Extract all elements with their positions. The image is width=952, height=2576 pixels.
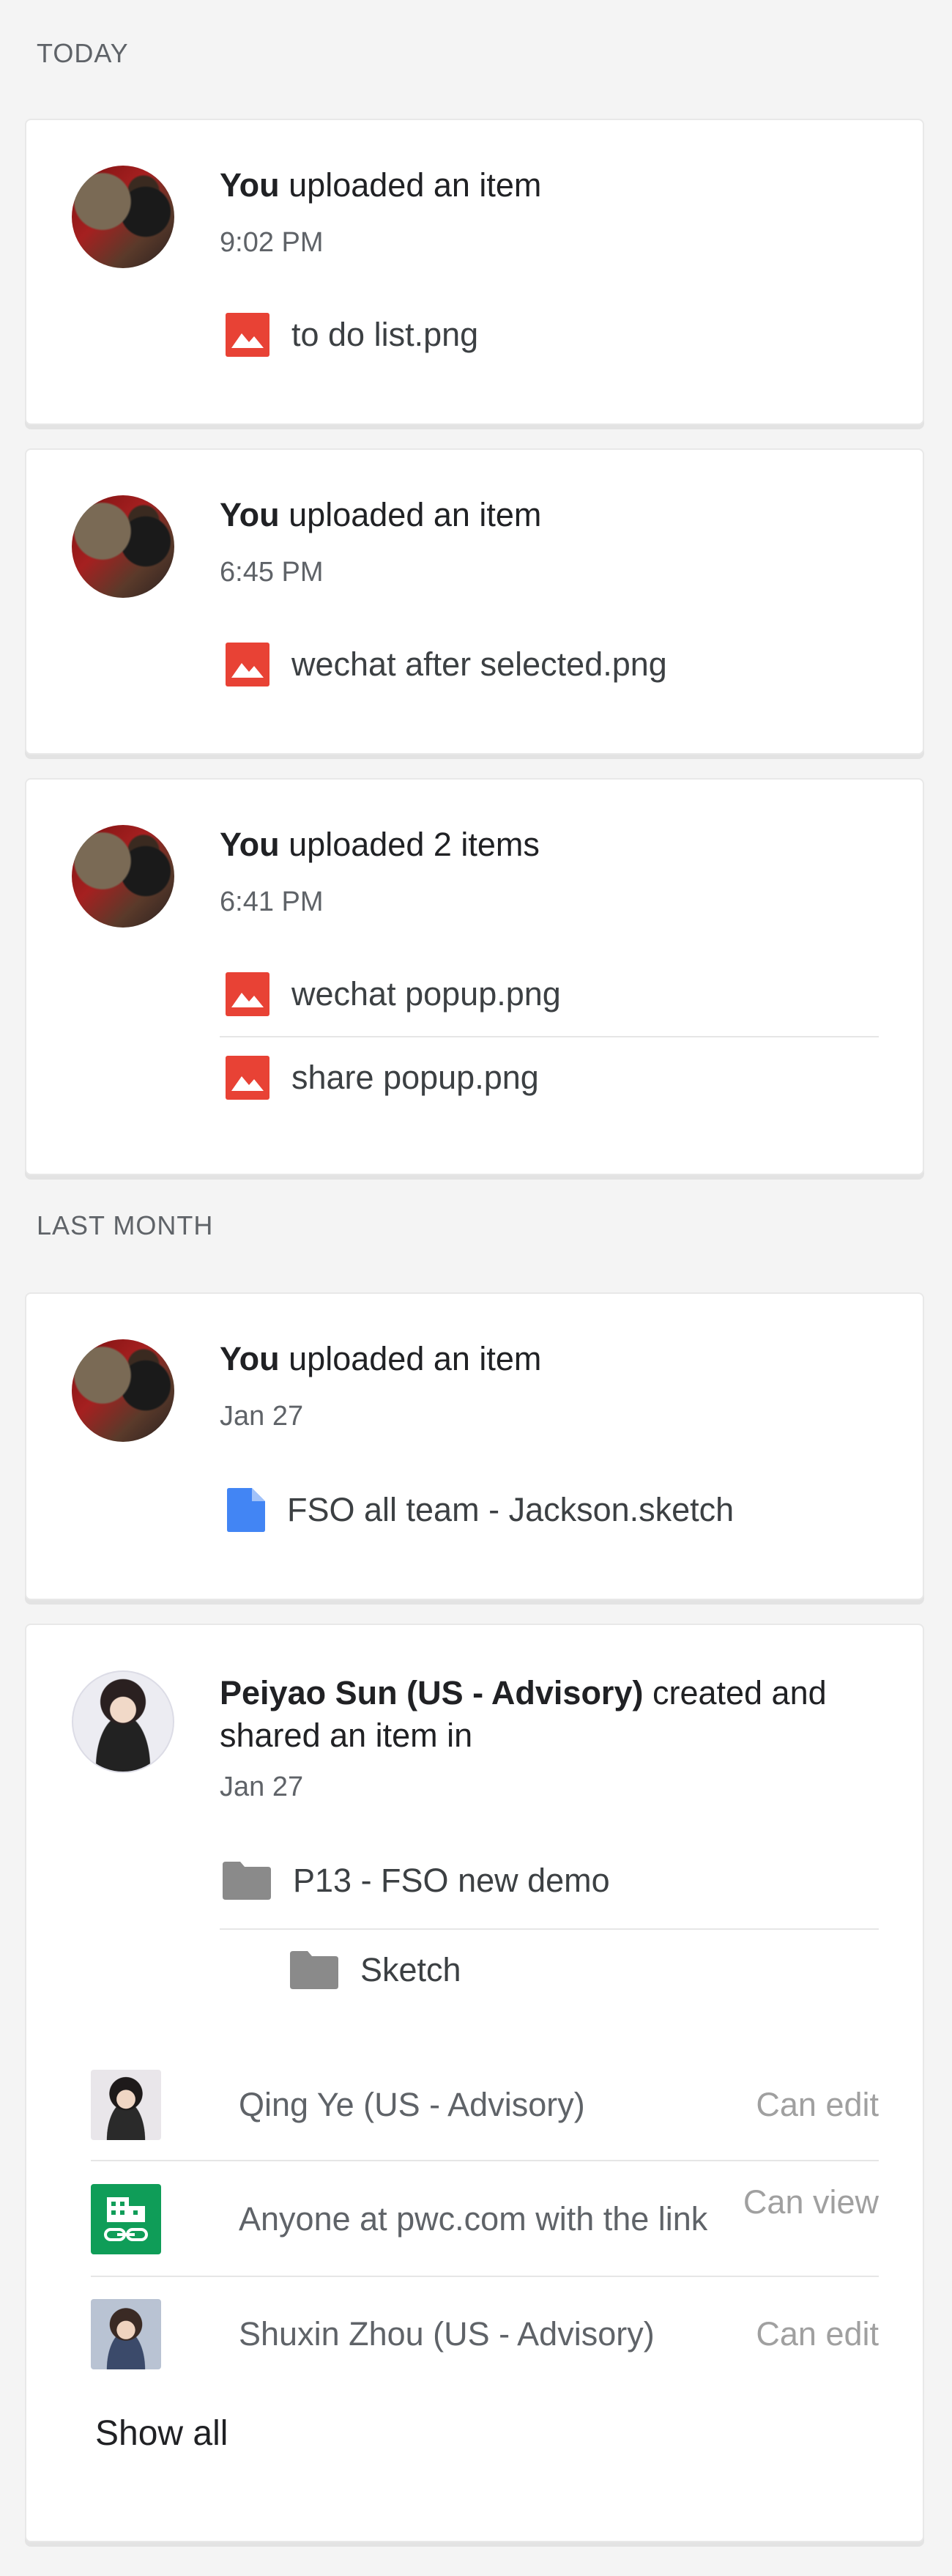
activity-time: 6:41 PM: [220, 887, 324, 917]
actor-name: You: [220, 166, 280, 204]
activity-time: 6:45 PM: [220, 557, 324, 588]
activity-time: Jan 27: [220, 1772, 304, 1802]
activity-action: uploaded an item: [279, 496, 542, 533]
folder-name: Sketch: [360, 1951, 461, 1988]
share-person-name: Anyone at pwc.com with the link: [239, 2200, 708, 2238]
share-row[interactable]: Qing Ye (US - Advisory) Can edit: [91, 2050, 879, 2160]
avatar: [72, 1339, 174, 1442]
section-label-last-month: LAST MONTH: [37, 1210, 214, 1240]
permission-label[interactable]: Can view: [743, 2183, 879, 2221]
activity-headline: You uploaded 2 items: [220, 823, 879, 866]
permission-label[interactable]: Can edit: [756, 2315, 879, 2353]
actor-name: You: [220, 496, 280, 533]
activity-headline: You uploaded an item: [220, 164, 879, 207]
file-item[interactable]: FSO all team - Jackson.sketch: [220, 1470, 879, 1550]
avatar: [72, 166, 174, 268]
share-row[interactable]: Shuxin Zhou (US - Advisory) Can edit: [91, 2276, 879, 2391]
file-item[interactable]: share popup.png: [220, 1036, 879, 1118]
avatar: [91, 2299, 161, 2369]
share-row[interactable]: Anyone at pwc.com with the link Can view: [91, 2160, 879, 2277]
actor-name: You: [220, 1340, 280, 1377]
folder-icon: [223, 1862, 271, 1900]
avatar: [72, 495, 174, 598]
activity-headline: Peiyao Sun (US - Advisory) created and s…: [220, 1672, 879, 1757]
show-all-button[interactable]: Show all: [95, 2413, 228, 2454]
image-icon: [226, 643, 269, 686]
avatar: [91, 2070, 161, 2140]
activity-action: uploaded an item: [279, 1340, 542, 1377]
folder-item[interactable]: P13 - FSO new demo: [220, 1840, 879, 1921]
activity-time: Jan 27: [220, 1401, 304, 1432]
activity-card[interactable]: You uploaded 2 items 6:41 PM wechat popu…: [25, 778, 924, 1175]
image-icon: [226, 972, 269, 1016]
folder-icon: [290, 1951, 338, 1989]
file-name: wechat popup.png: [291, 975, 561, 1013]
share-person-name: Qing Ye (US - Advisory): [239, 2086, 585, 2123]
image-icon: [226, 313, 269, 357]
image-icon: [226, 1056, 269, 1100]
avatar: [72, 1670, 174, 1773]
file-name: to do list.png: [291, 316, 479, 353]
activity-card[interactable]: You uploaded an item 9:02 PM to do list.…: [25, 119, 924, 425]
folder-name: P13 - FSO new demo: [293, 1862, 610, 1899]
file-name: wechat after selected.png: [291, 645, 667, 683]
actor-name: You: [220, 826, 280, 863]
domain-link-icon: [91, 2184, 161, 2254]
activity-headline: You uploaded an item: [220, 1338, 879, 1380]
activity-card[interactable]: Peiyao Sun (US - Advisory) created and s…: [25, 1624, 924, 2542]
activity-action: uploaded an item: [279, 166, 542, 204]
activity-action: uploaded 2 items: [279, 826, 540, 863]
avatar: [72, 825, 174, 928]
document-icon: [227, 1488, 265, 1532]
folder-item[interactable]: Sketch: [220, 1928, 879, 2010]
file-item[interactable]: to do list.png: [220, 295, 879, 375]
actor-name: Peiyao Sun (US - Advisory): [220, 1674, 644, 1711]
share-person-name: Shuxin Zhou (US - Advisory): [239, 2315, 655, 2353]
section-label-today: TODAY: [37, 38, 129, 68]
activity-card[interactable]: You uploaded an item 6:45 PM wechat afte…: [25, 448, 924, 755]
permission-label[interactable]: Can edit: [756, 2086, 879, 2124]
file-item[interactable]: wechat after selected.png: [220, 624, 879, 705]
activity-card[interactable]: You uploaded an item Jan 27 FSO all team…: [25, 1292, 924, 1600]
file-name: FSO all team - Jackson.sketch: [287, 1491, 735, 1528]
activity-time: 9:02 PM: [220, 227, 324, 258]
file-item[interactable]: wechat popup.png: [220, 954, 879, 1035]
activity-headline: You uploaded an item: [220, 494, 879, 536]
file-name: share popup.png: [291, 1059, 539, 1096]
